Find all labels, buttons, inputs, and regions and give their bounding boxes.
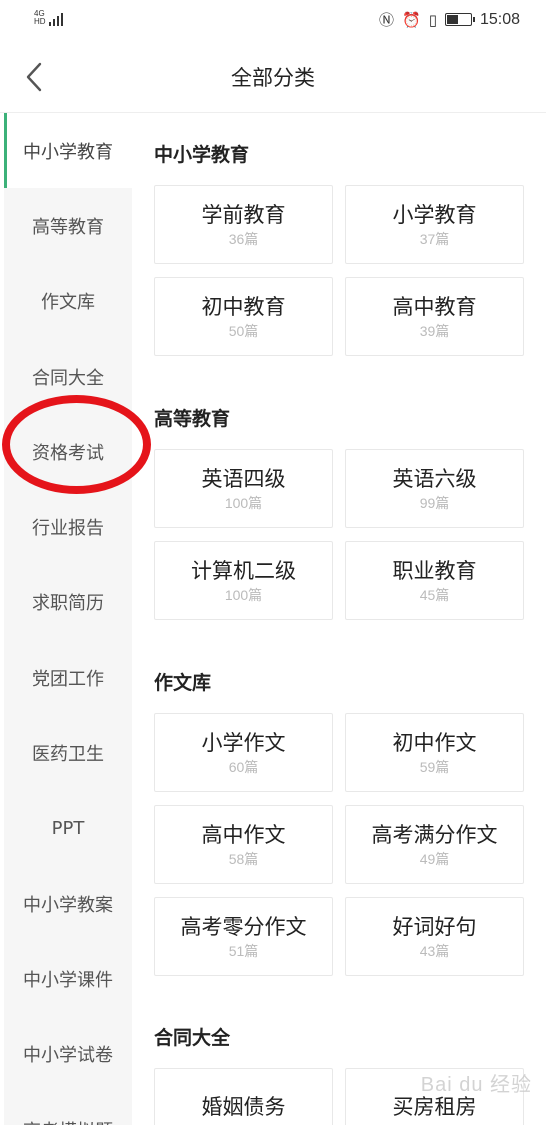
card-count: 51篇 bbox=[228, 943, 259, 959]
sidebar-item-4[interactable]: 资格考试 bbox=[4, 414, 132, 489]
category-card[interactable]: 小学作文 60篇 bbox=[154, 713, 333, 792]
card-name: 初中教育 bbox=[201, 295, 286, 319]
card-count: 45篇 bbox=[419, 587, 450, 603]
sidebar-item-12[interactable]: 中小学试卷 bbox=[4, 1017, 132, 1092]
category-card[interactable]: 职业教育 45篇 bbox=[345, 541, 524, 620]
card-count: 39篇 bbox=[419, 323, 450, 339]
sidebar-item-10[interactable]: 中小学教案 bbox=[4, 866, 132, 941]
section-title: 中小学教育 bbox=[154, 144, 250, 166]
section-title: 作文库 bbox=[154, 672, 212, 694]
header: 全部分类 bbox=[0, 40, 546, 113]
category-card[interactable]: 高考满分作文 49篇 bbox=[345, 805, 524, 884]
card-count: 100篇 bbox=[224, 495, 263, 511]
card-count: 60篇 bbox=[228, 759, 259, 775]
category-card[interactable]: 英语六级 99篇 bbox=[345, 449, 524, 528]
alarm-icon: ⏰ bbox=[402, 10, 421, 29]
category-card[interactable]: 英语四级 100篇 bbox=[154, 449, 333, 528]
card-count: 99篇 bbox=[419, 495, 450, 511]
vibrate-icon: ▯ bbox=[428, 10, 437, 29]
card-count: 58篇 bbox=[228, 851, 259, 867]
sidebar-item-2[interactable]: 作文库 bbox=[4, 264, 132, 339]
card-name: 初中作文 bbox=[392, 731, 477, 755]
sidebar-item-1[interactable]: 高等教育 bbox=[4, 188, 132, 263]
card-name: 小学教育 bbox=[392, 203, 477, 227]
card-count: 50篇 bbox=[228, 323, 259, 339]
nfc-icon: Ⓝ bbox=[378, 11, 394, 29]
category-section: 作文库小学作文 60篇 初中作文 59篇高中作文 58篇 高考满分作文 49篇高考零分作文 5… bbox=[132, 668, 524, 976]
network-label: 4G HD bbox=[34, 10, 46, 26]
card-count: 49篇 bbox=[419, 851, 450, 867]
signal-icon bbox=[48, 12, 63, 26]
card-name: 高中教育 bbox=[392, 295, 477, 319]
card-name: 职业教育 bbox=[392, 559, 477, 583]
sidebar-item-5[interactable]: 行业报告 bbox=[4, 489, 132, 564]
sidebar-item-3[interactable]: 合同大全 bbox=[4, 339, 132, 414]
category-card[interactable]: 初中作文 59篇 bbox=[345, 713, 524, 792]
status-time: 15:08 bbox=[479, 10, 520, 28]
category-sidebar: 中小学教育 高等教育 作文库 合同大全 资格考试 行业报告 求职简历 党团工作 医药卫生 PPT 中… bbox=[4, 113, 132, 1125]
card-count: 37篇 bbox=[419, 231, 450, 247]
category-section: 高等教育 英语四级 100篇 英语六级 99篇 计算机二级 100篇 职业教育 45篇 bbox=[132, 404, 524, 620]
card-name: 英语四级 bbox=[201, 467, 286, 491]
watermark: Bai du 经验 bbox=[420, 1074, 532, 1096]
card-count: 59篇 bbox=[419, 759, 450, 775]
page-title: 全部分类 bbox=[231, 66, 315, 90]
card-name: 好词好句 bbox=[392, 915, 477, 939]
card-count: 36篇 bbox=[228, 231, 259, 247]
sidebar-item-8[interactable]: 医药卫生 bbox=[4, 715, 132, 790]
category-card[interactable]: 高中作文 58篇 bbox=[154, 805, 333, 884]
card-name: 英语六级 bbox=[392, 467, 477, 491]
card-count: 100篇 bbox=[224, 587, 263, 603]
card-name: 高考零分作文 bbox=[180, 915, 307, 939]
card-name: 买房租房 bbox=[392, 1095, 477, 1119]
card-name: 小学作文 bbox=[201, 731, 286, 755]
sidebar-item-11[interactable]: 中小学课件 bbox=[4, 941, 132, 1016]
status-bar: 4G HD Ⓝ ⏰ ▯ 15:08 bbox=[0, 0, 546, 40]
network-indicator: 4G HD bbox=[34, 10, 63, 26]
category-section: 中小学教育学前教育 36篇 小学教育 37篇初中教育 50篇 高中教育 39篇 bbox=[132, 140, 524, 356]
battery-icon bbox=[444, 13, 475, 26]
status-icons: Ⓝ ⏰ ▯ 15:08 bbox=[379, 9, 520, 30]
category-card[interactable]: 高考零分作文 51篇 bbox=[154, 897, 333, 976]
card-count: 43篇 bbox=[419, 943, 450, 959]
card-name: 计算机二级 bbox=[191, 559, 296, 583]
category-card[interactable]: 学前教育 36篇 bbox=[154, 185, 333, 264]
category-card[interactable]: 小学教育 37篇 bbox=[345, 185, 524, 264]
sidebar-item-13[interactable]: 高考模拟题 bbox=[4, 1092, 132, 1125]
card-name: 学前教育 bbox=[201, 203, 286, 227]
category-card[interactable]: 好词好句 43篇 bbox=[345, 897, 524, 976]
card-grid: 小学作文 60篇 初中作文 59篇高中作文 58篇 高考满分作文 49篇高考零分作文 51篇 好… bbox=[154, 713, 524, 976]
section-title: 高等教育 bbox=[154, 408, 231, 430]
sidebar-item-6[interactable]: 求职简历 bbox=[4, 565, 132, 640]
section-title: 合同大全 bbox=[154, 1027, 231, 1049]
sidebar-item-9[interactable]: PPT bbox=[4, 791, 132, 866]
category-card[interactable]: 初中教育 50篇 bbox=[154, 277, 333, 356]
card-grid: 学前教育 36篇 小学教育 37篇初中教育 50篇 高中教育 39篇 bbox=[154, 185, 524, 356]
sidebar-item-7[interactable]: 党团工作 bbox=[4, 640, 132, 715]
card-name: 婚姻债务 bbox=[201, 1095, 286, 1119]
sidebar-item-0[interactable]: 中小学教育 bbox=[4, 113, 132, 189]
network-subtype: HD bbox=[34, 17, 46, 26]
card-name: 高考满分作文 bbox=[371, 823, 498, 847]
category-content: 中小学教育学前教育 36篇 小学教育 37篇初中教育 50篇 高中教育 39篇高等教育英语四… bbox=[132, 113, 546, 1125]
card-grid: 英语四级 100篇 英语六级 99篇 计算机二级 100篇 职业教育 45篇 bbox=[154, 449, 524, 620]
category-card[interactable]: 计算机二级 100篇 bbox=[154, 541, 333, 620]
card-name: 高中作文 bbox=[201, 823, 286, 847]
category-card[interactable]: 婚姻债务 bbox=[154, 1068, 333, 1125]
category-card[interactable]: 高中教育 39篇 bbox=[345, 277, 524, 356]
